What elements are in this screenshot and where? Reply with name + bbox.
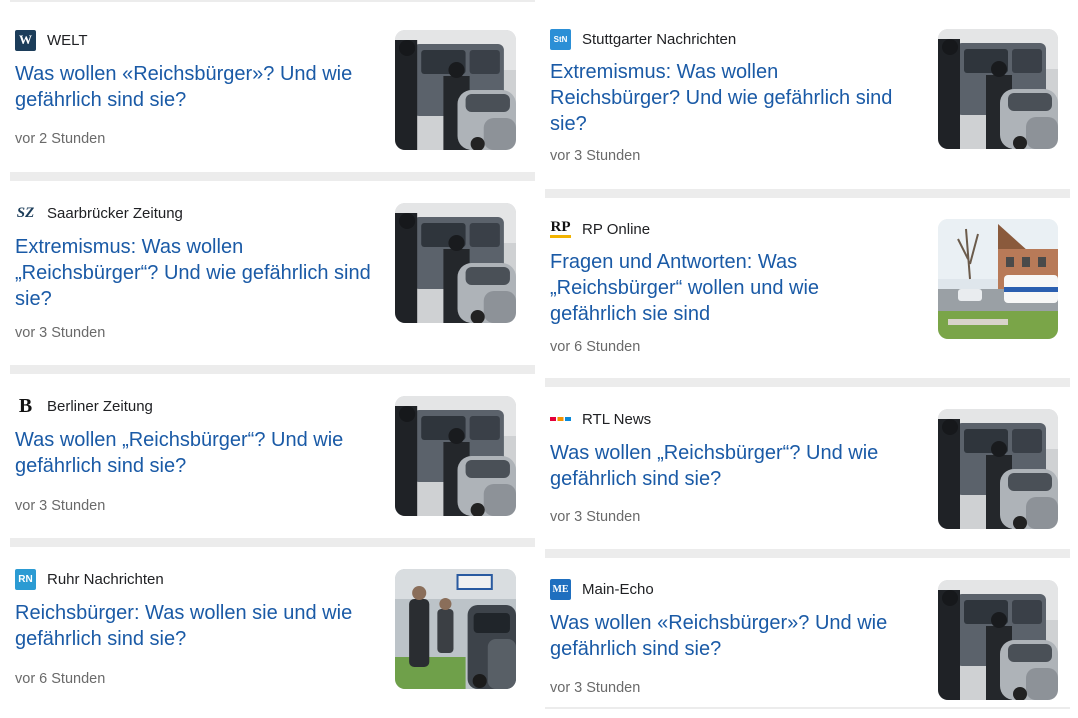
headline-link[interactable]: Was wollen „Reichsbürger“? Und wie gefäh… bbox=[550, 440, 910, 492]
source-name: Berliner Zeitung bbox=[47, 397, 153, 415]
timestamp: vor 3 Stunden bbox=[550, 148, 641, 164]
headline-link[interactable]: Extremismus: Was wollen Reichsbürger? Un… bbox=[550, 59, 910, 137]
source-name: Stuttgarter Nachrichten bbox=[582, 30, 737, 48]
police-van-photo[interactable] bbox=[938, 29, 1058, 149]
source-name: RP Online bbox=[582, 220, 651, 238]
stuttgarter-nachrichten-logo-icon: StN bbox=[550, 28, 571, 50]
left-news-column: W WELT Was wollen «Reichsbürger»? Und wi… bbox=[10, 0, 535, 718]
news-card[interactable]: ME Main-Echo Was wollen «Reichsbürger»? … bbox=[545, 558, 1070, 718]
timestamp: vor 3 Stunden bbox=[15, 325, 106, 341]
news-source: SZ Saarbrücker Zeitung bbox=[15, 202, 183, 224]
main-echo-logo-icon: ME bbox=[550, 578, 571, 600]
news-card[interactable]: W WELT Was wollen «Reichsbürger»? Und wi… bbox=[10, 10, 535, 172]
news-source: W WELT bbox=[15, 29, 88, 51]
berliner-zeitung-logo-icon: B bbox=[18, 394, 33, 417]
source-name: Main-Echo bbox=[582, 580, 654, 598]
separator bbox=[10, 365, 535, 374]
right-news-column: StN Stuttgarter Nachrichten Extremismus:… bbox=[545, 0, 1070, 718]
headline-link[interactable]: Was wollen „Reichsbürger“? Und wie gefäh… bbox=[15, 427, 380, 479]
welt-logo-icon: W bbox=[15, 29, 36, 51]
timestamp: vor 3 Stunden bbox=[550, 680, 641, 696]
news-card[interactable]: RN Ruhr Nachrichten Reichsbürger: Was wo… bbox=[10, 547, 535, 718]
news-card[interactable]: StN Stuttgarter Nachrichten Extremismus:… bbox=[545, 0, 1070, 189]
timestamp: vor 2 Stunden bbox=[15, 131, 106, 147]
saarbruecker-zeitung-logo-icon: SZ bbox=[16, 204, 35, 221]
news-source: RP RP Online bbox=[550, 218, 650, 240]
street-police-bus-photo[interactable] bbox=[938, 219, 1058, 339]
police-van-photo[interactable] bbox=[395, 396, 516, 516]
news-card[interactable]: SZ Saarbrücker Zeitung Extremismus: Was … bbox=[10, 181, 535, 365]
separator bbox=[545, 378, 1070, 387]
police-street-photo[interactable] bbox=[395, 569, 516, 689]
headline-link[interactable]: Was wollen «Reichsbürger»? Und wie gefäh… bbox=[15, 61, 380, 113]
ruhr-nachrichten-logo-icon: RN bbox=[15, 568, 36, 590]
rp-online-logo-icon: RP bbox=[550, 219, 571, 238]
headline-link[interactable]: Extremismus: Was wollen „Reichsbürger“? … bbox=[15, 234, 380, 312]
timestamp: vor 3 Stunden bbox=[15, 498, 106, 514]
headline-link[interactable]: Was wollen «Reichsbürger»? Und wie gefäh… bbox=[550, 610, 910, 662]
source-name: Saarbrücker Zeitung bbox=[47, 204, 183, 222]
separator bbox=[545, 707, 1070, 709]
separator bbox=[545, 189, 1070, 198]
news-card[interactable]: RP RP Online Fragen und Antworten: Was „… bbox=[545, 198, 1070, 378]
news-source: B Berliner Zeitung bbox=[15, 395, 153, 417]
news-source: ME Main-Echo bbox=[550, 578, 654, 600]
separator bbox=[10, 0, 535, 2]
police-van-photo[interactable] bbox=[938, 580, 1058, 700]
separator bbox=[10, 538, 535, 547]
source-name: Ruhr Nachrichten bbox=[47, 570, 164, 588]
news-card[interactable]: RTL News Was wollen „Reichsbürger“? Und … bbox=[545, 387, 1070, 549]
source-name: WELT bbox=[47, 31, 88, 49]
news-source: StN Stuttgarter Nachrichten bbox=[550, 28, 736, 50]
police-van-photo[interactable] bbox=[395, 30, 516, 150]
headline-link[interactable]: Fragen und Antworten: Was „Reichsbürger“… bbox=[550, 249, 910, 327]
timestamp: vor 6 Stunden bbox=[15, 671, 106, 687]
police-van-photo[interactable] bbox=[938, 409, 1058, 529]
news-source: RN Ruhr Nachrichten bbox=[15, 568, 164, 590]
separator bbox=[545, 549, 1070, 558]
source-name: RTL News bbox=[582, 410, 652, 428]
timestamp: vor 3 Stunden bbox=[550, 509, 641, 525]
rtl-news-logo-icon bbox=[550, 409, 571, 430]
police-van-photo[interactable] bbox=[395, 203, 516, 323]
news-source: RTL News bbox=[550, 408, 651, 430]
separator bbox=[10, 172, 535, 181]
headline-link[interactable]: Reichsbürger: Was wollen sie und wie gef… bbox=[15, 600, 380, 652]
news-card[interactable]: B Berliner Zeitung Was wollen „Reichsbür… bbox=[10, 374, 535, 538]
timestamp: vor 6 Stunden bbox=[550, 339, 641, 355]
